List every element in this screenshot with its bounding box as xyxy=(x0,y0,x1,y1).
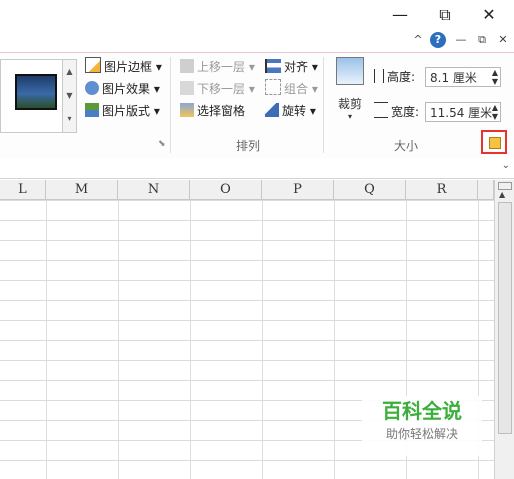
align-icon xyxy=(265,59,281,73)
size-dialog-launcher-button[interactable] xyxy=(481,130,507,154)
column-header-P[interactable]: P xyxy=(262,180,334,200)
layout-icon xyxy=(85,103,99,117)
width-icon xyxy=(374,102,388,118)
bring-forward-button[interactable]: 上移一层 ▾ xyxy=(180,57,255,77)
gallery-down-icon[interactable]: ▼ xyxy=(63,84,76,108)
ribbon: ▲ ▼ ▾ 图片边框 ▾ 图片效果 ▾ 图片版式 ▾ ⬊ 上移一层 ▾ 下移一层… xyxy=(0,52,514,160)
bring-forward-icon xyxy=(180,59,194,73)
align-button[interactable]: 对齐 ▾ xyxy=(265,57,318,77)
column-header-O[interactable]: O xyxy=(190,180,262,200)
vertical-scrollbar[interactable]: ▲ xyxy=(494,180,514,479)
pencil-icon xyxy=(85,57,101,73)
size-group-label: 大小 xyxy=(393,139,418,153)
arrange-group-label: 排列 xyxy=(235,139,260,153)
selection-pane-icon xyxy=(180,103,194,117)
height-spinner-icon[interactable]: ▲ ▼ xyxy=(492,68,498,86)
gallery-more-icon[interactable]: ▾ xyxy=(63,108,76,130)
gallery-up-icon[interactable]: ▲ xyxy=(63,60,76,84)
column-header-Q[interactable]: Q xyxy=(334,180,406,200)
gallery-scrollbar[interactable]: ▲ ▼ ▾ xyxy=(62,59,77,133)
group-button[interactable]: 组合 ▾ xyxy=(265,79,318,99)
picture-layout-button[interactable]: 图片版式 ▾ xyxy=(85,101,160,121)
crop-dropdown-icon[interactable]: ▾ xyxy=(333,112,367,121)
picture-style-gallery[interactable] xyxy=(0,59,64,133)
column-header-partial[interactable] xyxy=(478,180,494,200)
restore-button[interactable]: ⧉ xyxy=(430,2,460,28)
rotate-button[interactable]: 旋转 ▾ xyxy=(265,101,316,121)
help-icon[interactable]: ? xyxy=(430,32,446,48)
watermark-logo: 百科全说 助你轻松解决 xyxy=(362,396,482,456)
picture-effects-button[interactable]: 图片效果 ▾ xyxy=(85,79,160,99)
minimize-button[interactable]: — xyxy=(385,2,415,28)
close-button[interactable]: ✕ xyxy=(474,2,504,28)
workbook-restore-button[interactable]: ⧉ xyxy=(474,32,490,48)
column-header-L[interactable]: L xyxy=(0,180,46,200)
dialog-launcher-icon xyxy=(489,137,501,149)
crop-button[interactable]: 裁剪 ▾ xyxy=(333,57,367,121)
ribbon-tab-row: ^ ? — ⧉ ✕ xyxy=(0,30,514,52)
workbook-minimize-button[interactable]: — xyxy=(453,32,469,48)
picture-border-button[interactable]: 图片边框 ▾ xyxy=(85,57,162,77)
group-icon xyxy=(265,79,281,95)
picture-style-thumbnail-icon[interactable] xyxy=(15,74,57,110)
width-label: 宽度: xyxy=(374,102,419,122)
title-bar: — ⧉ ✕ xyxy=(0,0,514,30)
height-icon xyxy=(374,69,384,83)
expand-formula-bar-icon[interactable]: ⌄ xyxy=(502,160,510,171)
group-separator xyxy=(323,57,324,153)
column-header-R[interactable]: R xyxy=(406,180,478,200)
collapse-ribbon-icon[interactable]: ^ xyxy=(410,32,426,48)
split-box-icon[interactable] xyxy=(498,182,512,190)
dialog-launcher-icon[interactable]: ⬊ xyxy=(158,139,166,149)
send-backward-button[interactable]: 下移一层 ▾ xyxy=(180,79,255,99)
effects-icon xyxy=(85,81,99,95)
height-label: 高度: xyxy=(374,67,415,87)
selection-pane-button[interactable]: 选择窗格 xyxy=(180,101,245,121)
rotate-icon xyxy=(265,103,279,117)
column-header-M[interactable]: M xyxy=(46,180,118,200)
workbook-close-button[interactable]: ✕ xyxy=(495,32,511,48)
group-separator xyxy=(170,57,171,153)
scrollbar-thumb[interactable] xyxy=(498,202,512,434)
send-backward-icon xyxy=(180,81,194,95)
column-header-N[interactable]: N xyxy=(118,180,190,200)
scroll-up-icon[interactable]: ▲ xyxy=(499,190,505,199)
formula-bar: ⌄ xyxy=(0,158,514,179)
crop-icon xyxy=(336,57,364,85)
height-field[interactable]: 8.1 厘米 ▲ ▼ xyxy=(425,67,501,87)
width-spinner-icon[interactable]: ▲ ▼ xyxy=(492,103,498,121)
width-field[interactable]: 11.54 厘米 ▲ ▼ xyxy=(425,102,501,122)
